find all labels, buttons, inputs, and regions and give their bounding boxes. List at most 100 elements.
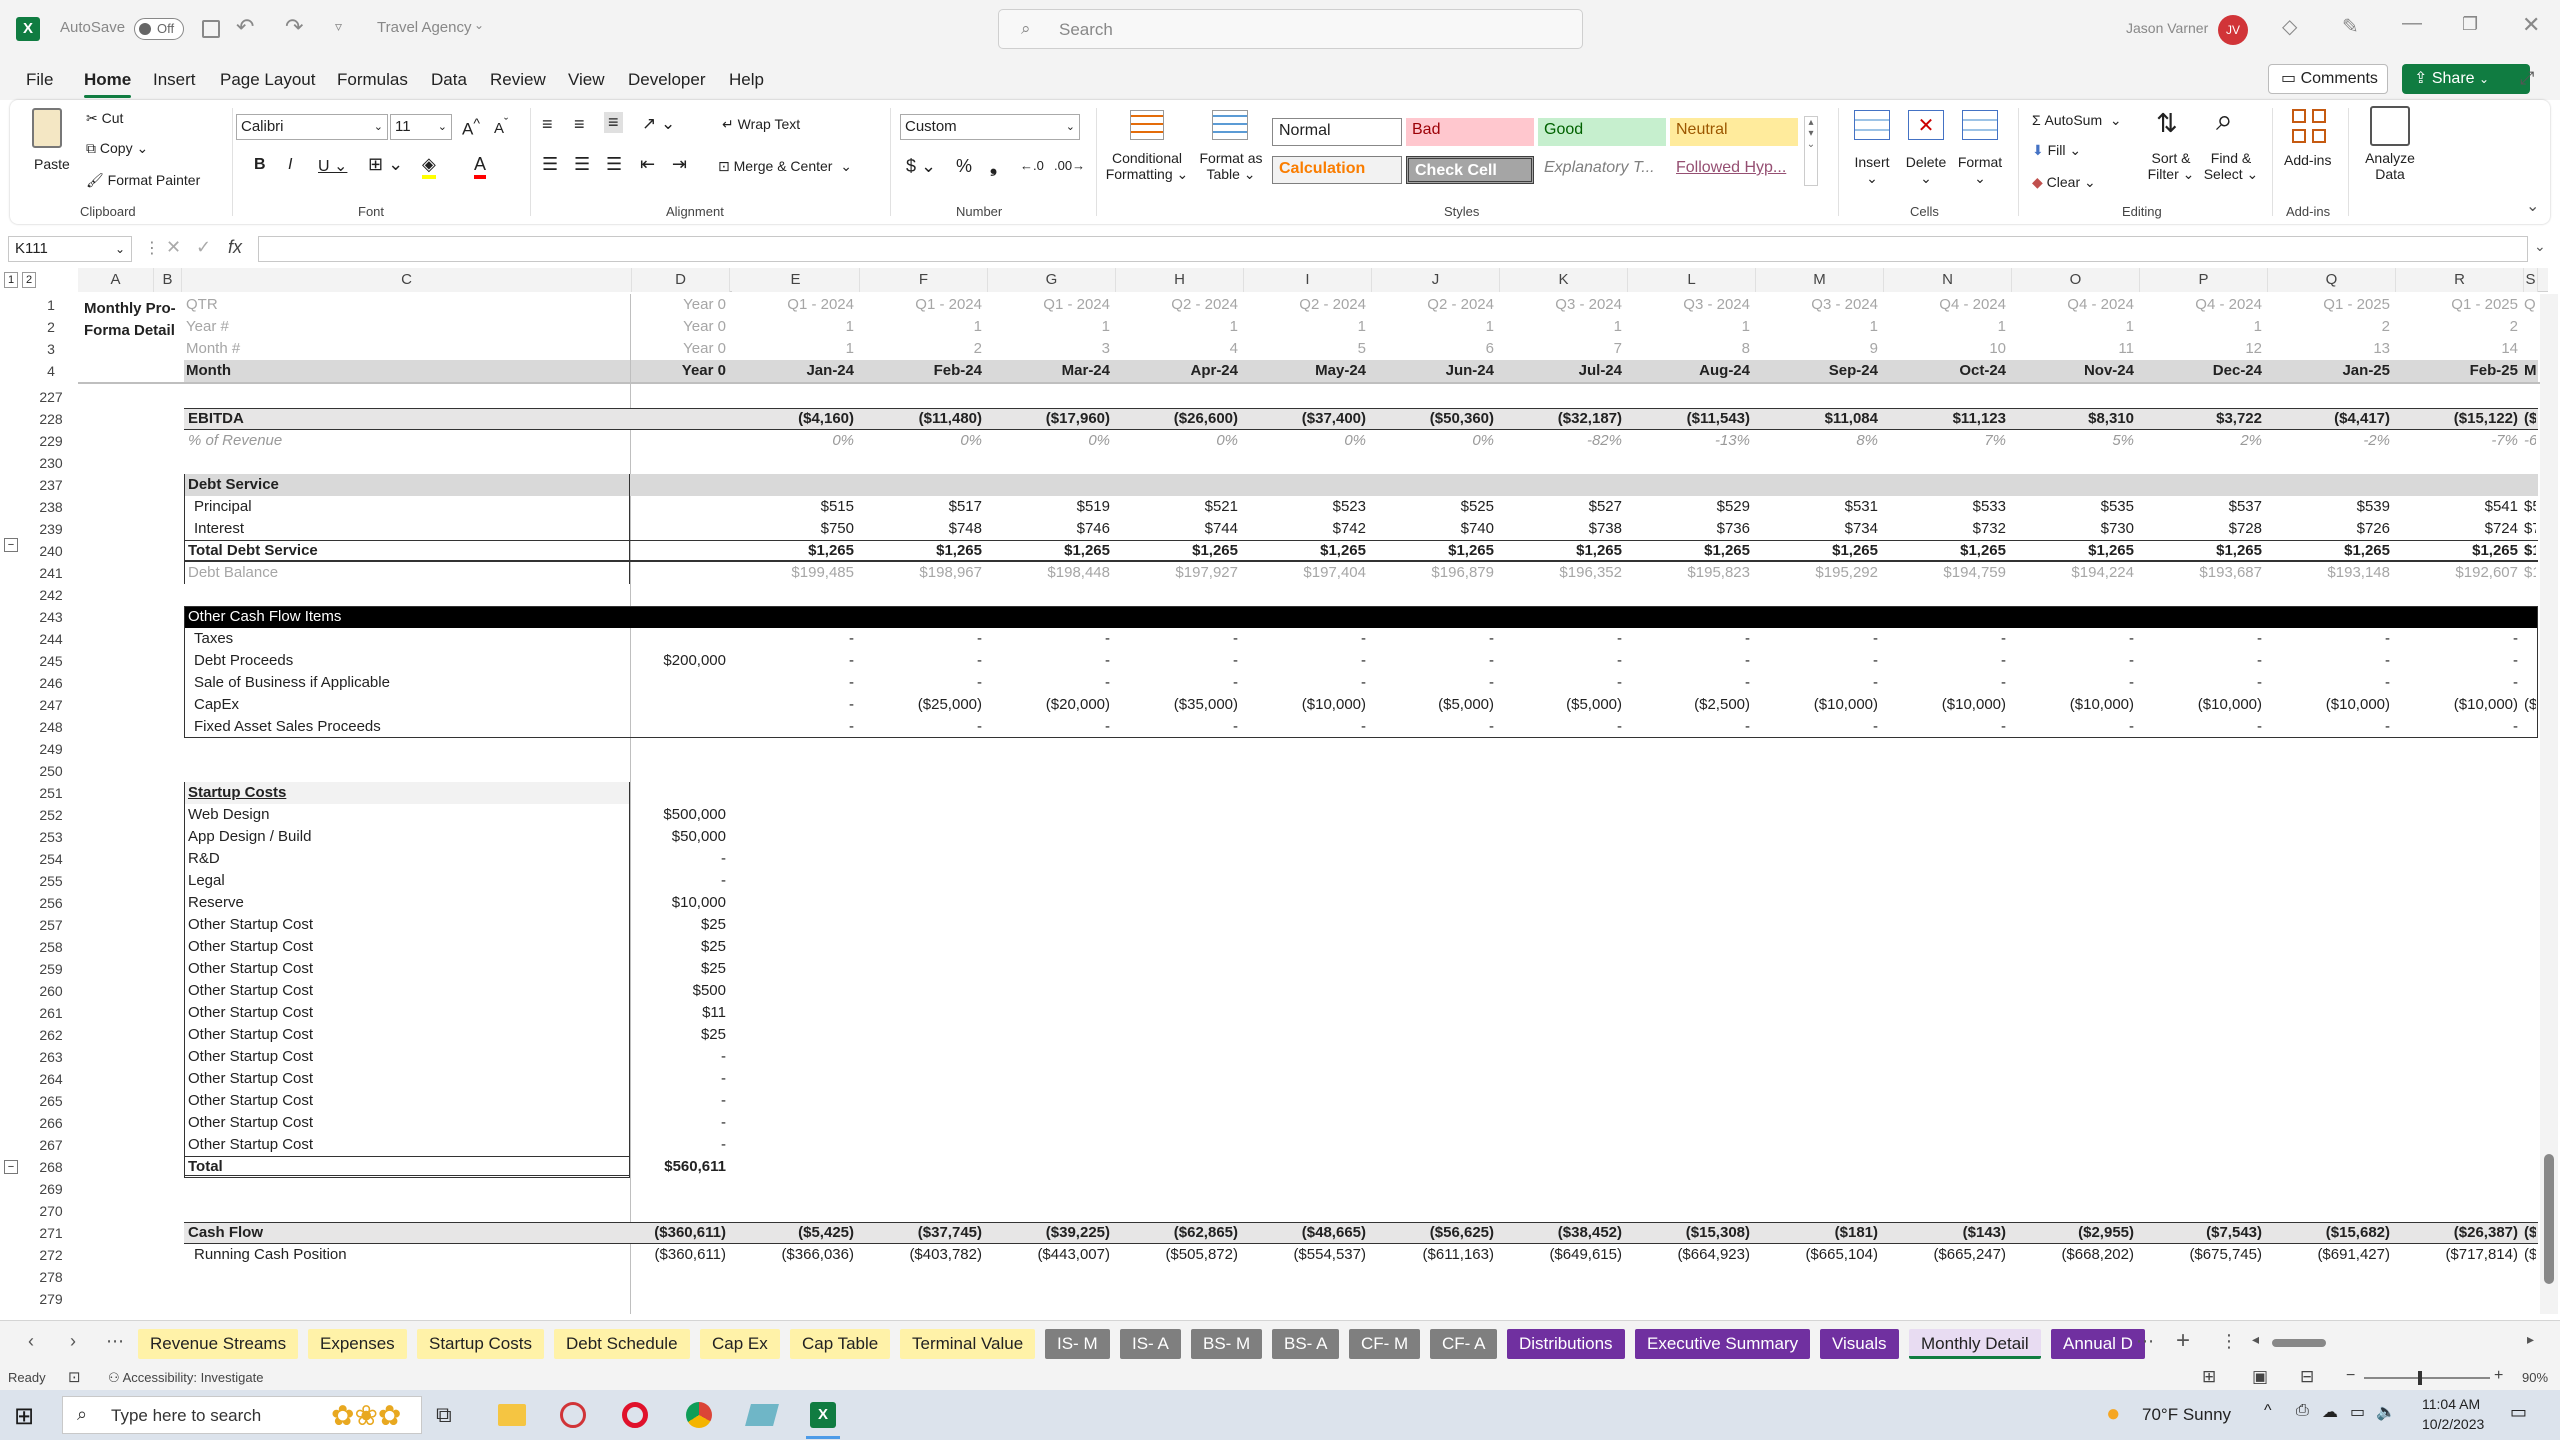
value-cell[interactable]: - (2012, 672, 2134, 694)
row-header[interactable]: 252 (24, 804, 78, 826)
file-explorer-icon[interactable] (498, 1404, 526, 1426)
column-header-c[interactable]: C (182, 268, 632, 292)
value-cell[interactable]: - (1628, 716, 1750, 738)
value-cell[interactable]: $11,084 (1756, 408, 1878, 430)
tab-scroll-left-icon[interactable]: ‹ (28, 1331, 34, 1352)
value-cell[interactable]: $3,722 (2140, 408, 2262, 430)
tab-formulas[interactable]: Formulas (337, 70, 408, 90)
row-header[interactable]: 255 (24, 870, 78, 892)
find-select-icon[interactable]: ⌕ (2216, 104, 2233, 138)
notifications-icon[interactable]: ▭ (2510, 1402, 2527, 1423)
value-cell[interactable]: - (1372, 628, 1494, 650)
tab-scroll-right-icon[interactable]: › (70, 1331, 76, 1352)
column-header-m[interactable]: M (1756, 268, 1884, 292)
value-cell[interactable]: 2% (2140, 430, 2262, 452)
conditional-formatting-icon[interactable] (1130, 110, 1164, 140)
column-header-o[interactable]: O (2012, 268, 2140, 292)
outline-level-2[interactable]: 2 (22, 272, 36, 288)
value-cell[interactable]: ($675,745) (2140, 1244, 2262, 1266)
row-header[interactable]: 258 (24, 936, 78, 958)
value-cell[interactable]: - (1628, 672, 1750, 694)
sheet-tab-bs-a[interactable]: BS- A (1272, 1329, 1340, 1359)
tab-view[interactable]: View (568, 70, 605, 90)
sort-filter-button[interactable]: Sort & Filter ⌄ (2142, 150, 2200, 183)
value-cell[interactable]: ($2,500) (1628, 694, 1750, 716)
row-header[interactable]: 261 (24, 1002, 78, 1024)
value-cell[interactable]: ($15,682) (2268, 1222, 2390, 1244)
clock-date[interactable]: 10/2/2023 (2422, 1416, 2484, 1432)
value-cell[interactable]: ($10,00 (2524, 694, 2536, 716)
name-box[interactable]: K111 ⌄ (8, 236, 132, 262)
value-cell[interactable]: -82% (1500, 430, 1622, 452)
value-cell[interactable]: - (2268, 716, 2390, 738)
customize-qat-icon[interactable]: ▿ (335, 18, 342, 35)
value-cell[interactable]: $197,927 (1116, 562, 1238, 584)
tab-file[interactable]: File (26, 70, 53, 90)
value-cell[interactable]: $740 (1372, 518, 1494, 540)
value-cell[interactable]: - (2140, 716, 2262, 738)
value-cell[interactable]: $535 (2012, 496, 2134, 518)
value-cell[interactable]: $1,265 (1372, 540, 1494, 562)
borders-icon[interactable]: ⊞ ⌄ (368, 154, 403, 175)
value-cell[interactable]: 5% (2012, 430, 2134, 452)
value-cell[interactable]: 0% (988, 430, 1110, 452)
value-cell[interactable]: - (2012, 716, 2134, 738)
orientation-icon[interactable]: ↗ ⌄ (642, 114, 675, 134)
row-header[interactable]: 245 (24, 650, 78, 672)
value-cell[interactable]: - (2140, 628, 2262, 650)
row-header[interactable]: 267 (24, 1134, 78, 1156)
value-cell[interactable]: $72 (2524, 518, 2536, 540)
row-header[interactable]: 242 (24, 584, 78, 606)
column-header-p[interactable]: P (2140, 268, 2268, 292)
value-cell[interactable]: ($25,000) (860, 694, 982, 716)
value-cell[interactable]: $192,06 (2524, 562, 2536, 584)
value-cell[interactable]: - (1244, 628, 1366, 650)
row-header[interactable]: 256 (24, 892, 78, 914)
value-cell[interactable] (2524, 716, 2536, 738)
row-header[interactable]: 249 (24, 738, 78, 760)
value-cell[interactable]: ($10,000) (2396, 694, 2518, 716)
value-cell[interactable]: - (1628, 650, 1750, 672)
row-header[interactable]: 244 (24, 628, 78, 650)
value-cell[interactable]: - (988, 716, 1110, 738)
sheet-tab-cf-m[interactable]: CF- M (1349, 1329, 1421, 1359)
row-header[interactable]: 241 (24, 562, 78, 584)
save-icon[interactable] (202, 20, 220, 38)
value-cell[interactable]: $196,879 (1372, 562, 1494, 584)
workbook-chevron-icon[interactable]: ⌄ (474, 18, 484, 32)
search-box[interactable]: ⌕ Search (998, 9, 1583, 49)
value-cell[interactable]: - (732, 650, 854, 672)
decrease-indent-icon[interactable]: ⇤ (640, 154, 655, 175)
value-cell[interactable]: $1,265 (1244, 540, 1366, 562)
value-cell[interactable]: 0% (1116, 430, 1238, 452)
value-cell[interactable]: $199,485 (732, 562, 854, 584)
value-cell[interactable]: - (2268, 650, 2390, 672)
style-normal[interactable]: Normal (1272, 118, 1402, 146)
value-cell[interactable]: $1,265 (732, 540, 854, 562)
value-cell[interactable]: $196,352 (1500, 562, 1622, 584)
value-cell[interactable]: $726 (2268, 518, 2390, 540)
value-cell[interactable]: ($10,000) (1756, 694, 1878, 716)
value-cell[interactable]: - (1244, 716, 1366, 738)
font-name-select[interactable]: Calibri ⌄ (236, 114, 388, 140)
copy-button[interactable]: ⧉ Copy ⌄ (86, 140, 148, 157)
restore-icon[interactable]: ❐ (2462, 14, 2478, 35)
value-cell[interactable]: ($10,000) (2012, 694, 2134, 716)
value-cell[interactable]: - (2140, 650, 2262, 672)
addins-button[interactable]: Add-ins (2284, 152, 2331, 168)
undo-icon[interactable]: ↶ (236, 14, 254, 40)
value-cell[interactable] (2524, 650, 2536, 672)
zoom-level[interactable]: 90% (2522, 1370, 2548, 1385)
collapse-ribbon-icon[interactable]: ⌄ (2526, 196, 2539, 216)
row-header[interactable]: 254 (24, 848, 78, 870)
style-followed-hyperlink[interactable]: Followed Hyp... (1670, 156, 1798, 184)
value-cell[interactable]: $1,265 (988, 540, 1110, 562)
shrink-font-icon[interactable]: Aˇ (494, 116, 508, 137)
value-cell[interactable]: $515 (732, 496, 854, 518)
percent-icon[interactable]: % (956, 156, 972, 177)
sort-filter-icon[interactable]: ⇅ (2156, 108, 2178, 139)
value-cell[interactable]: $744 (1116, 518, 1238, 540)
value-cell[interactable]: - (1244, 650, 1366, 672)
value-cell[interactable]: $537 (2140, 496, 2262, 518)
value-cell[interactable]: ($5,000) (1500, 694, 1622, 716)
